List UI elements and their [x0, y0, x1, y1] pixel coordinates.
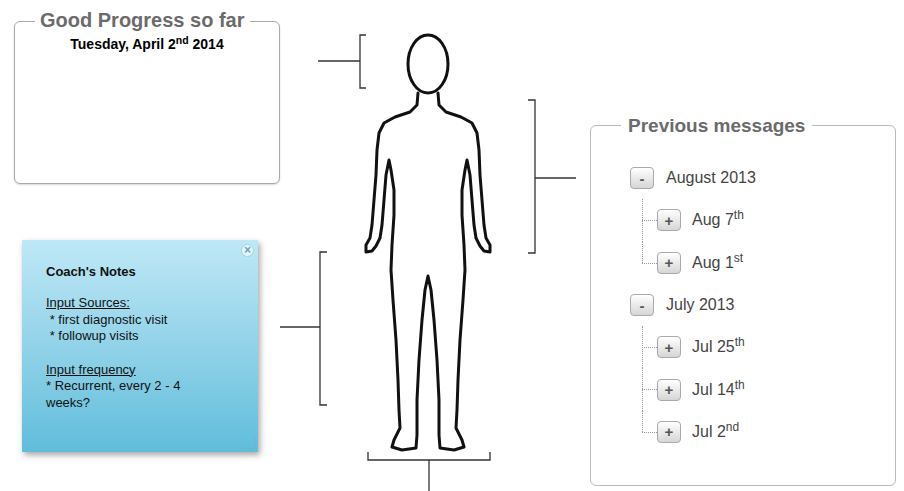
- notes-section: Input frequency* Recurrent, every 2 - 4 …: [46, 362, 228, 412]
- tree-line: [642, 263, 657, 264]
- human-figure-icon: [366, 35, 490, 450]
- toggle-button[interactable]: +: [657, 209, 681, 231]
- date-text: Tuesday, April 2: [70, 36, 176, 52]
- date-text[interactable]: Aug 7: [692, 211, 734, 228]
- messages-panel: Previous messages-August 2013+Aug 7th+Au…: [590, 125, 896, 486]
- tree-line: [642, 411, 643, 432]
- month-row[interactable]: -July 2013: [630, 284, 756, 326]
- date-row[interactable]: + Aug 1st: [630, 242, 756, 284]
- resize-grip-icon[interactable]: [243, 437, 255, 449]
- toggle-button[interactable]: -: [630, 167, 654, 189]
- progress-box: Good Progress so farTuesday, April 2nd 2…: [14, 21, 280, 184]
- toggle-button[interactable]: +: [657, 336, 681, 358]
- date-text[interactable]: Jul 2: [692, 423, 726, 440]
- month-row[interactable]: -August 2013: [630, 157, 756, 199]
- tree-line: [642, 389, 657, 390]
- bracket-lines: [280, 35, 576, 491]
- toggle-button[interactable]: +: [657, 379, 681, 401]
- date-suffix[interactable]: th: [735, 378, 745, 392]
- date-text[interactable]: Aug 1: [692, 254, 734, 271]
- toggle-button[interactable]: -: [630, 294, 654, 316]
- date-row[interactable]: + Aug 7th: [630, 199, 756, 241]
- date-year: 2014: [189, 36, 224, 52]
- tree-line: [642, 432, 657, 433]
- progress-title: Good Progress so far: [35, 8, 250, 32]
- month-label[interactable]: August 2013: [666, 168, 756, 188]
- date-text[interactable]: Jul 14: [692, 381, 735, 398]
- date-row[interactable]: + Jul 14th: [630, 368, 756, 410]
- messages-title: Previous messages: [621, 114, 812, 138]
- section-heading: Input Sources:: [46, 295, 228, 312]
- toggle-button[interactable]: +: [657, 421, 681, 443]
- date-label[interactable]: Jul 14th: [692, 380, 745, 400]
- date-row[interactable]: + Jul 25th: [630, 326, 756, 368]
- coach-notes[interactable]: × Coach's Notes Input Sources: * first dia…: [22, 240, 258, 452]
- date-label[interactable]: Aug 7th: [692, 210, 744, 230]
- notes-section: Input Sources: * first diagnostic visit …: [46, 295, 228, 345]
- section-line: * first diagnostic visit: [46, 312, 228, 329]
- close-icon[interactable]: ×: [241, 244, 254, 257]
- date-row[interactable]: + Jul 2nd: [630, 411, 756, 453]
- date-suffix[interactable]: nd: [726, 420, 739, 434]
- date-label[interactable]: Jul 2nd: [692, 422, 739, 442]
- tree-line: [642, 242, 643, 263]
- progress-date: Tuesday, April 2nd 2014: [15, 35, 279, 53]
- section-line: * followup visits: [46, 328, 228, 345]
- date-suffix[interactable]: st: [734, 251, 743, 265]
- canvas: Good Progress so farTuesday, April 2nd 2…: [0, 0, 904, 491]
- tree-line: [642, 347, 657, 348]
- message-tree: -August 2013+Aug 7th+Aug 1st-July 2013+J…: [630, 157, 756, 453]
- date-text[interactable]: Jul 25: [692, 338, 735, 355]
- section-heading: Input frequency: [46, 362, 228, 379]
- month-label[interactable]: July 2013: [666, 295, 735, 315]
- toggle-button[interactable]: +: [657, 252, 681, 274]
- section-line: * Recurrent, every 2 - 4 weeks?: [46, 378, 228, 411]
- date-label[interactable]: Jul 25th: [692, 337, 745, 357]
- notes-title: Coach's Notes: [46, 264, 228, 280]
- date-suffix: nd: [176, 34, 189, 46]
- tree-line: [642, 220, 657, 221]
- date-label[interactable]: Aug 1st: [692, 253, 743, 273]
- date-suffix[interactable]: th: [734, 208, 744, 222]
- date-suffix[interactable]: th: [735, 335, 745, 349]
